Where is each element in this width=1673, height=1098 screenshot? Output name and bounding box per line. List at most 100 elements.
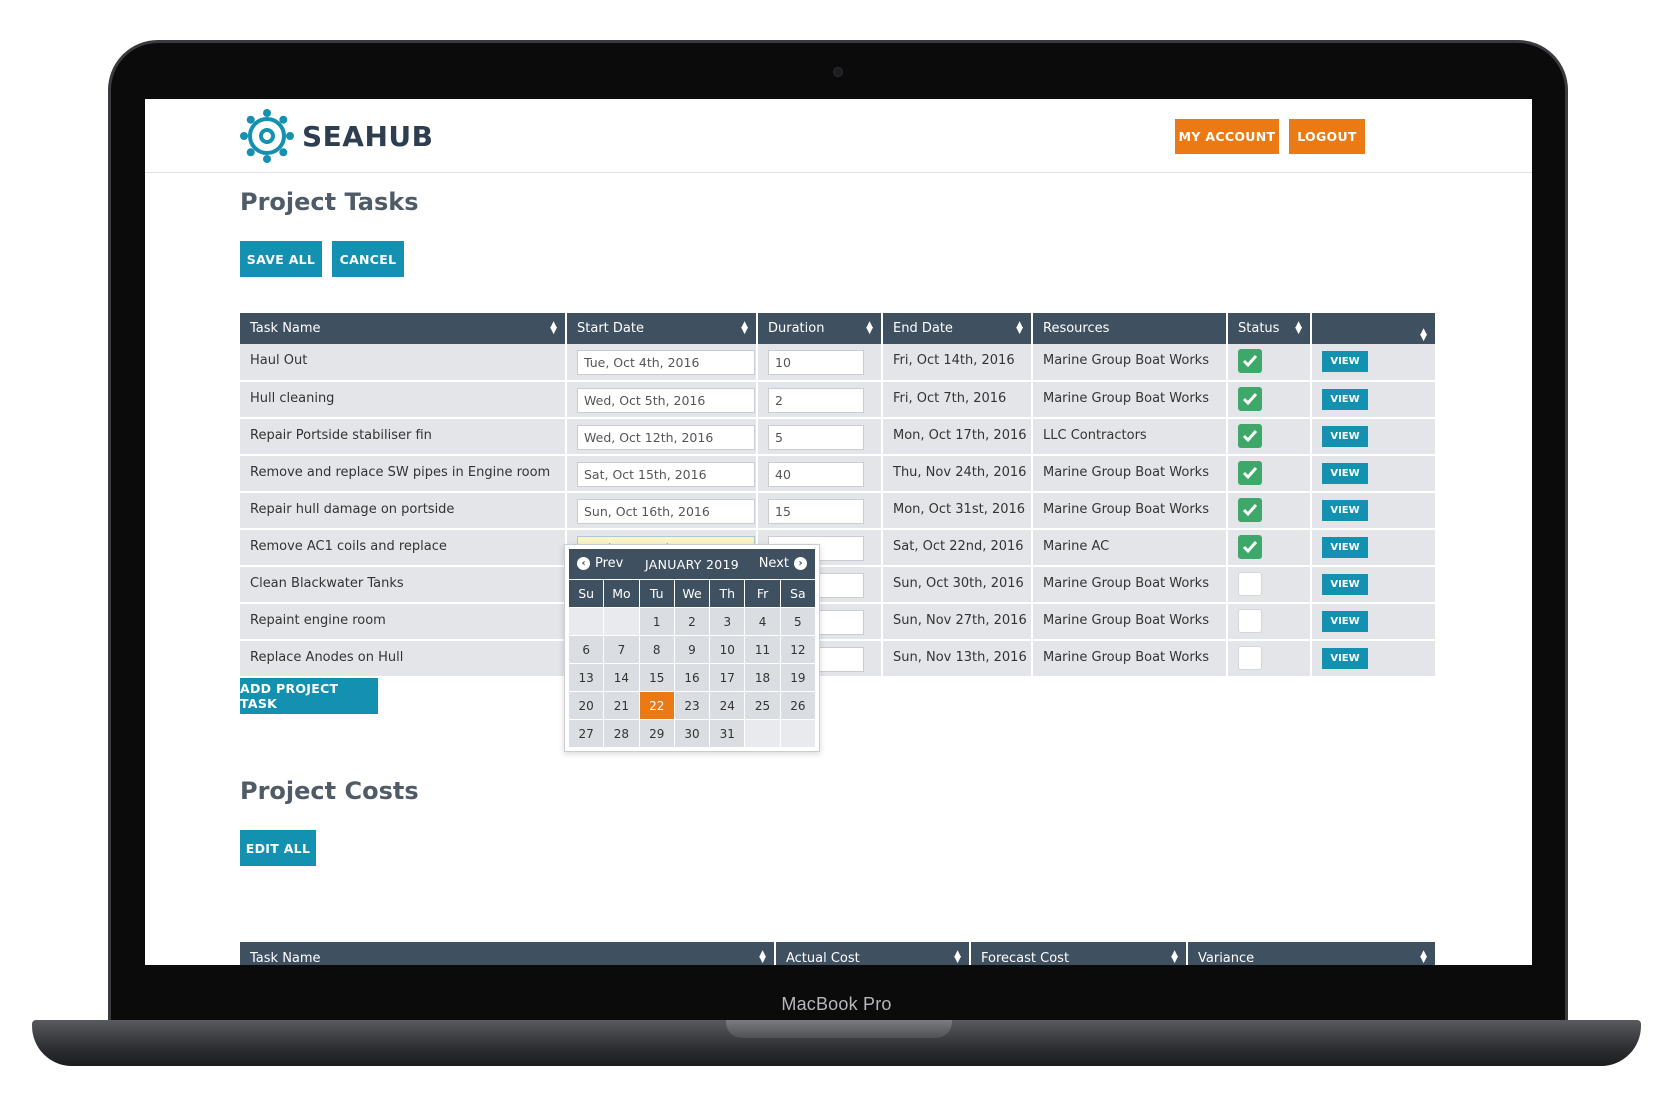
day-cell[interactable]: 8: [639, 636, 674, 663]
day-cell[interactable]: 7: [604, 636, 639, 663]
view-button[interactable]: VIEW: [1322, 426, 1368, 447]
costs-title: Project Costs: [240, 777, 419, 805]
view-button[interactable]: VIEW: [1322, 648, 1368, 669]
edit-all-button[interactable]: EDIT ALL: [240, 830, 316, 866]
day-cell[interactable]: 29: [639, 720, 674, 747]
status-checkbox[interactable]: [1238, 349, 1262, 373]
day-cell[interactable]: 12: [780, 636, 815, 663]
costs-table-header: Task Name ▲ ▼ Actual Cost ▲ ▼ Forecast Cost ▲…: [240, 942, 1435, 965]
device-label: MacBook Pro: [781, 994, 892, 1014]
start-date-input[interactable]: Wed, Oct 5th, 2016: [577, 388, 755, 413]
view-button[interactable]: VIEW: [1322, 463, 1368, 484]
view-button[interactable]: VIEW: [1322, 389, 1368, 410]
day-cell[interactable]: 1: [639, 608, 674, 635]
day-cell[interactable]: 9: [674, 636, 710, 663]
empty-day-cell: [745, 720, 780, 747]
day-cell[interactable]: 27: [569, 720, 604, 747]
empty-day-cell: [780, 720, 815, 747]
table-row: Repaint engine room Sun, Nov 27th, 2016 Ma…: [240, 603, 1435, 641]
sort-icon: ▲ ▼: [741, 320, 748, 336]
column-header-resources[interactable]: Resources: [1032, 313, 1228, 344]
actions-cell: VIEW: [1311, 381, 1435, 419]
status-checkbox[interactable]: [1238, 498, 1262, 522]
column-header-duration[interactable]: Duration ▲ ▼: [757, 313, 883, 344]
status-checkbox[interactable]: [1238, 572, 1262, 596]
weekday-label: Tu: [639, 580, 674, 607]
status-checkbox[interactable]: [1238, 461, 1262, 485]
day-cell[interactable]: 6: [569, 636, 604, 663]
column-header-start-date[interactable]: Start Date ▲ ▼: [566, 313, 758, 344]
day-cell[interactable]: 5: [780, 608, 815, 635]
end-date-cell: Sat, Oct 22nd, 2016: [882, 529, 1033, 567]
day-cell[interactable]: 18: [745, 664, 780, 691]
column-header-actions[interactable]: ▲ ▼: [1311, 313, 1435, 344]
day-cell[interactable]: 19: [780, 664, 815, 691]
my-account-button[interactable]: MY ACCOUNT: [1175, 119, 1279, 154]
view-button[interactable]: VIEW: [1322, 537, 1368, 558]
actions-cell: VIEW: [1311, 529, 1435, 567]
column-header-cost-task-name[interactable]: Task Name ▲ ▼: [240, 942, 776, 965]
resources-cell: Marine Group Boat Works: [1032, 492, 1228, 530]
duration-input[interactable]: 10: [768, 350, 864, 375]
logo[interactable]: SEAHUB: [240, 109, 433, 163]
task-name-cell: Hull cleaning: [240, 381, 567, 419]
logout-button[interactable]: LOGOUT: [1289, 119, 1365, 154]
start-date-input[interactable]: Sun, Oct 16th, 2016: [577, 499, 755, 524]
day-cell[interactable]: 2: [674, 608, 710, 635]
duration-input[interactable]: 40: [768, 462, 864, 487]
start-date-input[interactable]: Wed, Oct 12th, 2016: [577, 425, 755, 450]
add-project-task-button[interactable]: ADD PROJECT TASK: [240, 678, 378, 714]
start-date-input[interactable]: Tue, Oct 4th, 2016: [577, 350, 755, 375]
column-header-end-date[interactable]: End Date ▲ ▼: [882, 313, 1033, 344]
day-cell[interactable]: 4: [745, 608, 780, 635]
day-cell[interactable]: 22: [639, 692, 674, 719]
table-row: Replace Anodes on Hull Sun, Nov 13th, 201…: [240, 640, 1435, 678]
day-cell[interactable]: 3: [710, 608, 745, 635]
column-header-forecast-cost[interactable]: Forecast Cost ▲ ▼: [971, 942, 1188, 965]
end-date-cell: Thu, Nov 24th, 2016: [882, 455, 1033, 493]
day-cell[interactable]: 30: [674, 720, 710, 747]
column-header-status[interactable]: Status ▲ ▼: [1227, 313, 1312, 344]
status-checkbox[interactable]: [1238, 424, 1262, 448]
duration-input[interactable]: 2: [768, 388, 864, 413]
start-date-input[interactable]: Sat, Oct 15th, 2016: [577, 462, 755, 487]
day-cell[interactable]: 10: [710, 636, 745, 663]
resources-cell: Marine Group Boat Works: [1032, 640, 1228, 678]
day-cell[interactable]: 20: [569, 692, 604, 719]
day-cell[interactable]: 13: [569, 664, 604, 691]
datepicker-next-button[interactable]: Next ›: [759, 556, 807, 571]
save-all-button[interactable]: SAVE ALL: [240, 241, 322, 277]
day-cell[interactable]: 31: [710, 720, 745, 747]
column-header-task-name[interactable]: Task Name ▲ ▼: [240, 313, 567, 344]
view-button[interactable]: VIEW: [1322, 351, 1368, 372]
column-header-actual-cost[interactable]: Actual Cost ▲ ▼: [776, 942, 971, 965]
view-button[interactable]: VIEW: [1322, 500, 1368, 521]
duration-input[interactable]: 5: [768, 425, 864, 450]
day-cell[interactable]: 26: [780, 692, 815, 719]
status-checkbox[interactable]: [1238, 535, 1262, 559]
resources-cell: Marine Group Boat Works: [1032, 566, 1228, 604]
day-cell[interactable]: 11: [745, 636, 780, 663]
day-cell[interactable]: 25: [745, 692, 780, 719]
start-date-cell: Tue, Oct 4th, 2016: [566, 344, 758, 382]
day-cell[interactable]: 16: [674, 664, 710, 691]
day-cell[interactable]: 23: [674, 692, 710, 719]
status-checkbox[interactable]: [1238, 387, 1262, 411]
view-button[interactable]: VIEW: [1322, 574, 1368, 595]
day-cell[interactable]: 14: [604, 664, 639, 691]
laptop-notch: [726, 1020, 952, 1038]
duration-input[interactable]: 15: [768, 499, 864, 524]
day-cell[interactable]: 17: [710, 664, 745, 691]
view-button[interactable]: VIEW: [1322, 611, 1368, 632]
column-header-variance[interactable]: Variance ▲ ▼: [1188, 942, 1435, 965]
datepicker-grid: Su Mo Tu We Th Fr Sa 1 2 3 4 5 6 7 8 9 10 11 12 13 14 15 16 17 1…: [569, 580, 815, 747]
sort-icon: ▲ ▼: [866, 320, 873, 336]
status-checkbox[interactable]: [1238, 609, 1262, 633]
actions-cell: VIEW: [1311, 640, 1435, 678]
day-cell[interactable]: 21: [604, 692, 639, 719]
day-cell[interactable]: 24: [710, 692, 745, 719]
cancel-button[interactable]: CANCEL: [332, 241, 404, 277]
day-cell[interactable]: 28: [604, 720, 639, 747]
day-cell[interactable]: 15: [639, 664, 674, 691]
status-checkbox[interactable]: [1238, 646, 1262, 670]
